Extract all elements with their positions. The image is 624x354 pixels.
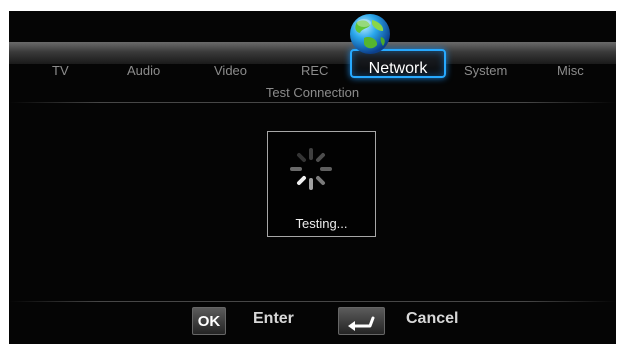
page-title: Test Connection — [265, 85, 360, 100]
tab-misc[interactable]: Misc — [557, 64, 584, 78]
top-menu-bar — [9, 42, 616, 64]
enter-label: Enter — [253, 310, 294, 327]
settings-tabs: TV Audio Video REC Network System Misc — [9, 49, 616, 84]
cancel-label: Cancel — [406, 310, 459, 327]
tab-audio[interactable]: Audio — [127, 64, 160, 78]
globe-icon — [350, 14, 390, 54]
connection-status-text: Testing... — [295, 216, 348, 231]
test-connection-dialog: Testing... — [267, 131, 376, 237]
tab-rec[interactable]: REC — [301, 64, 328, 78]
return-arrow-icon — [348, 316, 375, 331]
tv-settings-screen: TV Audio Video REC Network System Misc T… — [9, 11, 616, 344]
footer-controls: OK Enter Cancel — [192, 307, 472, 337]
return-key[interactable] — [338, 307, 385, 335]
tab-tv[interactable]: TV — [52, 64, 69, 78]
ok-key[interactable]: OK — [192, 307, 226, 335]
footer-divider — [9, 301, 616, 302]
tab-system[interactable]: System — [464, 64, 507, 78]
header-divider — [9, 102, 616, 103]
tab-video[interactable]: Video — [214, 64, 247, 78]
loading-spinner-icon — [290, 148, 332, 190]
